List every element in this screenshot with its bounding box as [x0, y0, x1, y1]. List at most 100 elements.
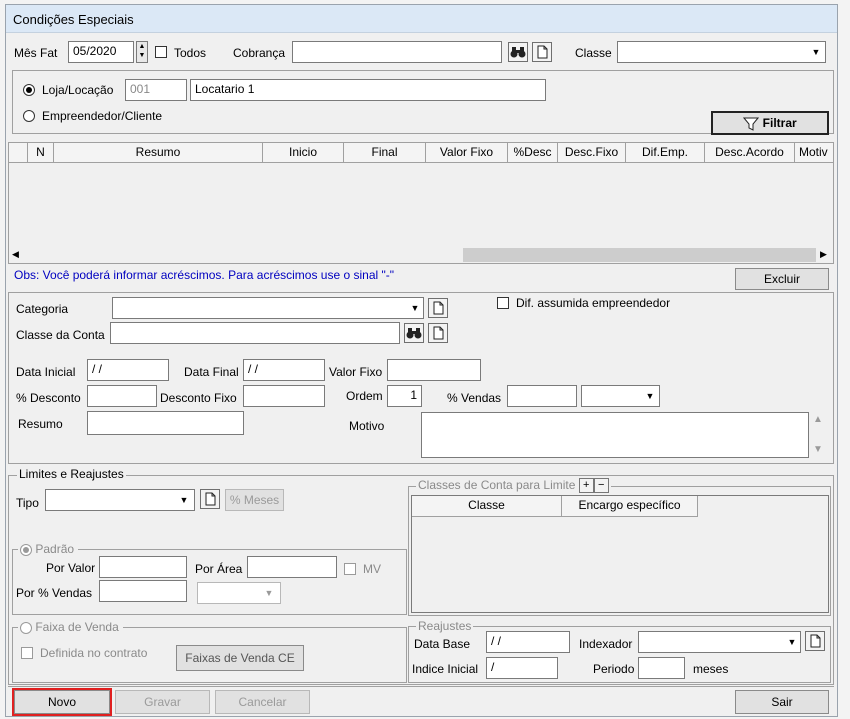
new-document-icon[interactable]	[428, 323, 448, 343]
indice-inicial-input[interactable]: /	[486, 657, 558, 679]
chevron-down-icon[interactable]: ▼	[262, 584, 276, 602]
chevron-down-icon[interactable]: ▼	[177, 491, 191, 509]
padrao-radio[interactable]	[20, 543, 32, 556]
mv-checkbox[interactable]	[344, 563, 356, 575]
por-area-input[interactable]	[247, 556, 337, 578]
periodo-input[interactable]	[638, 657, 685, 679]
scrollbar-thumb[interactable]	[463, 248, 816, 262]
ordem-input[interactable]: 1	[387, 385, 422, 407]
remove-icon[interactable]: −	[593, 478, 609, 494]
grid-col-inicio[interactable]: Inicio	[263, 143, 344, 163]
chevron-down-icon[interactable]: ▼	[785, 633, 799, 651]
classes-header: Classes de Conta para Limite + −	[416, 478, 611, 494]
resumo-label: Resumo	[18, 417, 63, 431]
data-base-input[interactable]: / /	[486, 631, 570, 653]
binoculars-icon[interactable]	[404, 323, 424, 343]
classes-col-encargo[interactable]: Encargo específico	[562, 496, 698, 517]
novo-button[interactable]: Novo	[12, 688, 112, 716]
data-inicial-label: Data Inicial	[16, 365, 76, 379]
indexador-label: Indexador	[579, 637, 633, 651]
classe-conta-input[interactable]	[110, 322, 400, 344]
grid-col-pct-desc[interactable]: %Desc	[508, 143, 558, 163]
scroll-up-icon[interactable]: ▲	[813, 414, 823, 425]
grid-col-final[interactable]: Final	[344, 143, 426, 163]
pct-desconto-input[interactable]	[87, 385, 157, 407]
desconto-fixo-input[interactable]	[243, 385, 325, 407]
padrao-header: Padrão	[18, 542, 79, 556]
chevron-down-icon[interactable]: ▼	[643, 387, 657, 405]
filter-icon	[743, 117, 760, 131]
filtrar-button[interactable]: Filtrar	[711, 111, 829, 135]
indice-inicial-label: Indice Inicial	[412, 662, 479, 676]
scroll-down-icon[interactable]: ▼	[813, 444, 823, 455]
mes-fat-input[interactable]: 05/2020	[68, 41, 134, 63]
todos-checkbox[interactable]	[155, 46, 167, 58]
chevron-down-icon[interactable]: ▼	[408, 299, 422, 317]
resumo-input[interactable]	[87, 411, 244, 435]
grid-col-resumo[interactable]: Resumo	[54, 143, 263, 163]
indexador-select[interactable]	[638, 631, 801, 653]
new-document-icon[interactable]	[428, 298, 448, 318]
gravar-button[interactable]: Gravar	[115, 690, 210, 714]
empreendedor-radio[interactable]	[23, 110, 35, 122]
loja-name-input[interactable]: Locatario 1	[190, 79, 546, 101]
window-title: Condições Especiais	[13, 12, 134, 27]
mes-fat-spinner[interactable]: ▲ ▼	[136, 41, 148, 63]
pct-vendas-input[interactable]	[507, 385, 577, 407]
grid-col-motiv[interactable]: Motiv	[795, 143, 833, 163]
padrao-label: Padrão	[35, 542, 75, 556]
tipo-select[interactable]	[45, 489, 195, 511]
classes-col-classe[interactable]: Classe	[412, 496, 562, 517]
sair-button[interactable]: Sair	[735, 690, 829, 714]
chevron-down-icon[interactable]: ▼	[809, 43, 823, 61]
motivo-textarea[interactable]	[421, 412, 809, 458]
excluir-button[interactable]: Excluir	[735, 268, 829, 290]
faixa-header: Faixa de Venda	[18, 620, 123, 634]
grid-col-n[interactable]: N	[28, 143, 54, 163]
por-area-label: Por Área	[195, 562, 243, 576]
grid-corner	[9, 143, 28, 163]
reajustes-label: Reajustes	[416, 619, 474, 633]
por-valor-input[interactable]	[99, 556, 187, 578]
loja-code-input[interactable]: 001	[125, 79, 187, 101]
grid-col-valor-fixo[interactable]: Valor Fixo	[426, 143, 508, 163]
faixa-label: Faixa de Venda	[35, 620, 119, 634]
meses-suffix: meses	[693, 662, 729, 676]
valor-fixo-input[interactable]	[387, 359, 481, 381]
grid-col-desc-acordo[interactable]: Desc.Acordo	[705, 143, 795, 163]
cancelar-button[interactable]: Cancelar	[215, 690, 310, 714]
categoria-select[interactable]	[112, 297, 424, 319]
faixa-radio[interactable]	[20, 621, 32, 634]
obs-note: Obs: Você poderá informar acréscimos. Pa…	[14, 268, 395, 282]
classe-select[interactable]	[617, 41, 826, 63]
dif-assumida-checkbox[interactable]	[497, 297, 509, 309]
pct-desconto-label: % Desconto	[16, 391, 81, 405]
data-final-label: Data Final	[184, 365, 239, 379]
pct-vendas-label: % Vendas	[447, 391, 502, 405]
por-valor-label: Por Valor	[46, 561, 96, 575]
cobranca-input[interactable]	[292, 41, 502, 63]
loja-radio[interactable]	[23, 84, 35, 96]
data-inicial-input[interactable]: / /	[87, 359, 169, 381]
classe-conta-label: Classe da Conta	[16, 328, 105, 342]
faixas-venda-button[interactable]: Faixas de Venda CE	[176, 645, 304, 671]
valor-fixo-label: Valor Fixo	[329, 365, 383, 379]
new-document-icon[interactable]	[200, 489, 220, 509]
data-final-input[interactable]: / /	[243, 359, 325, 381]
definida-checkbox[interactable]	[21, 647, 33, 659]
por-vendas-input[interactable]	[99, 580, 187, 602]
add-icon[interactable]: +	[578, 478, 594, 494]
meses-button[interactable]: % Meses	[225, 489, 284, 511]
grid-col-desc-fixo[interactable]: Desc.Fixo	[558, 143, 626, 163]
grid-col-dif-emp[interactable]: Dif.Emp.	[626, 143, 705, 163]
scroll-left-icon[interactable]: ◀	[12, 249, 19, 260]
data-base-label: Data Base	[414, 637, 471, 651]
definida-label: Definida no contrato	[40, 646, 148, 660]
filtrar-label: Filtrar	[762, 116, 797, 130]
scroll-right-icon[interactable]: ▶	[820, 249, 827, 260]
desconto-fixo-label: Desconto Fixo	[160, 391, 237, 405]
binoculars-icon[interactable]	[508, 42, 528, 62]
new-document-icon[interactable]	[805, 631, 825, 651]
por-vendas-label: Por % Vendas	[16, 586, 93, 600]
new-document-icon[interactable]	[532, 42, 552, 62]
